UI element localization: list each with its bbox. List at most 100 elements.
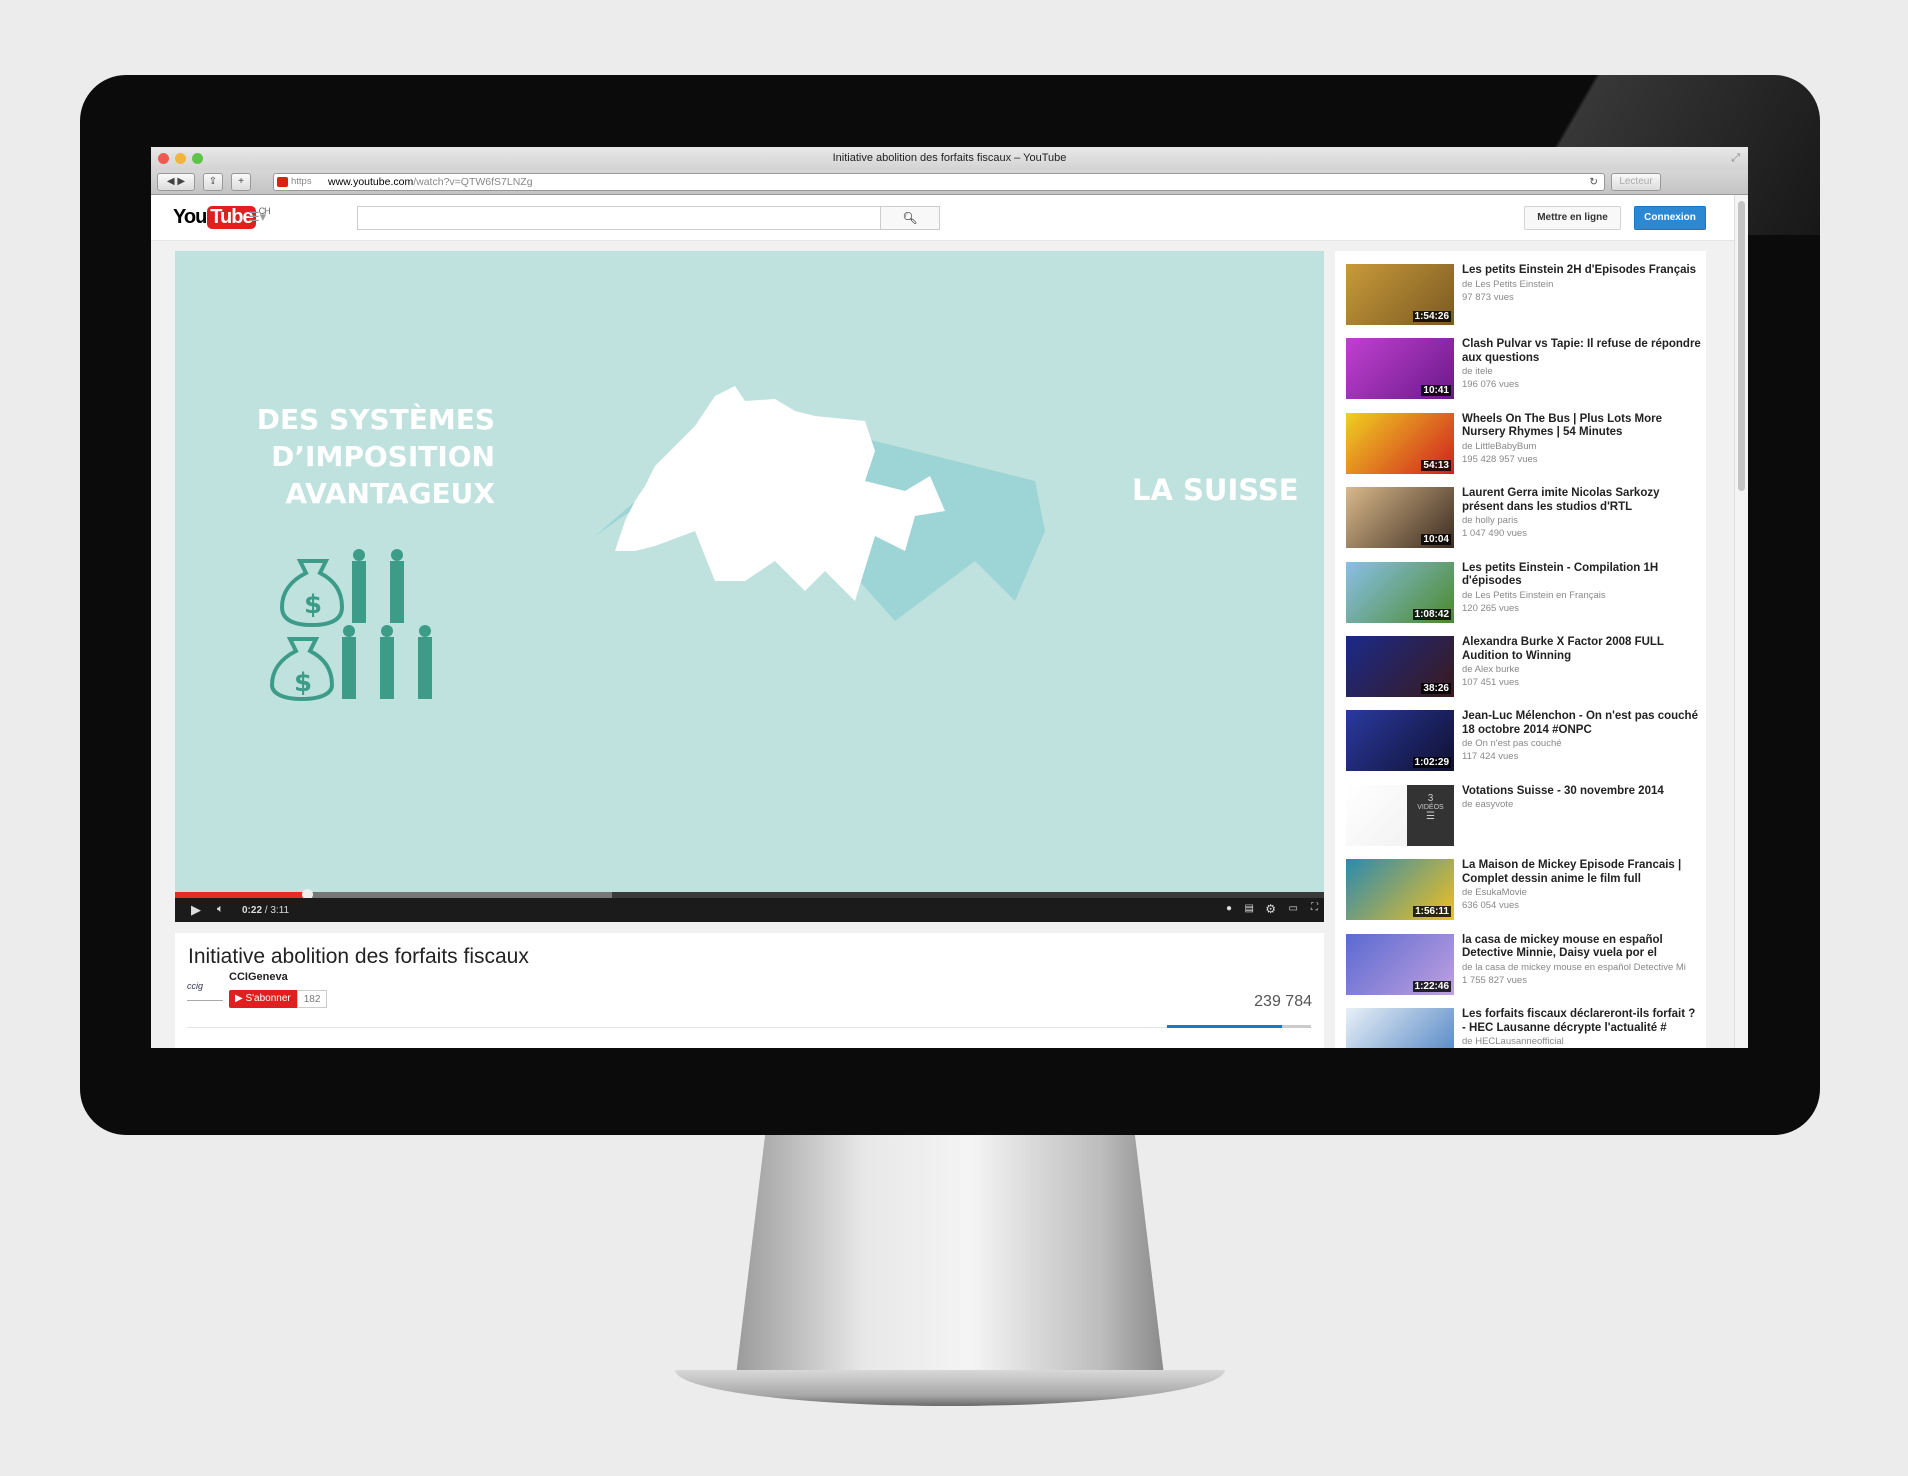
https-label: https [291, 176, 312, 187]
video-thumbnail[interactable]: 1:22:46 [1346, 933, 1454, 995]
related-video-title[interactable]: Clash Pulvar vs Tapie: Il refuse de répo… [1462, 338, 1702, 365]
new-tab-button[interactable]: + [231, 173, 251, 191]
playlist-overlay: 3 VIDÉOS ☰ [1407, 784, 1454, 846]
volume-icon[interactable]: 🔈︎ [217, 903, 224, 916]
duration-badge: 10:41 [1421, 385, 1451, 397]
reload-icon[interactable]: ↻ [1589, 174, 1598, 190]
upload-button[interactable]: Mettre en ligne [1524, 206, 1621, 230]
related-video-item[interactable]: 54:13 Wheels On The Bus | Plus Lots More… [1346, 412, 1702, 475]
related-video-title[interactable]: Jean-Luc Mélenchon - On n'est pas couché… [1462, 710, 1702, 737]
search-button[interactable]: 🔍︎ [881, 206, 940, 230]
switzerland-map [595, 386, 1045, 621]
related-video-item[interactable]: 1:54:26 Les petits Einstein 2H d'Episode… [1346, 264, 1701, 326]
duration-badge: 1:54:26 [1412, 311, 1451, 322]
zoom-window-button[interactable] [192, 153, 203, 164]
related-video-item[interactable]: 3 VIDÉOS ☰ Votations Suisse - 30 novembre … [1346, 784, 1702, 847]
related-video-channel: de holly paris [1462, 515, 1518, 527]
captions-icon[interactable]: ▤ [1245, 903, 1254, 914]
subscribe-button[interactable]: ▶ S'abonner [229, 990, 297, 1008]
playlist-label: VIDÉOS [1417, 803, 1444, 811]
video-thumbnail[interactable]: 1:56:11 [1346, 859, 1454, 921]
related-video-title[interactable]: Alexandra Burke X Factor 2008 FULL Audit… [1462, 636, 1702, 663]
related-video-views: 120 265 vues [1462, 602, 1520, 614]
signin-button[interactable]: Connexion [1634, 206, 1706, 230]
search-icon: 🔍︎ [902, 211, 918, 225]
related-video-views: 636 054 vues [1462, 900, 1520, 912]
video-thumbnail[interactable]: 54:13 [1346, 412, 1454, 474]
minimize-window-button[interactable] [175, 153, 186, 164]
share-button[interactable]: ⇪ [203, 173, 223, 191]
fullscreen-icon[interactable]: ⛶ [1311, 902, 1318, 913]
url-host: www.youtube.com [328, 176, 414, 188]
related-video-title[interactable]: Wheels On The Bus | Plus Lots More Nurse… [1462, 413, 1702, 440]
search-input[interactable] [357, 206, 881, 230]
duration-badge: 1:08:42 [1412, 608, 1451, 620]
subscriber-count: 182 [296, 990, 328, 1008]
related-video-item[interactable]: 38:26 Alexandra Burke X Factor 2008 FULL… [1346, 636, 1701, 698]
theater-mode-icon[interactable]: ▭ [1289, 903, 1298, 914]
related-video-channel: de Les Petits Einstein en Français [1462, 589, 1606, 601]
close-window-button[interactable] [158, 153, 169, 164]
scrollbar[interactable] [1734, 195, 1748, 1048]
video-thumbnail[interactable]: 10:04 [1346, 487, 1454, 549]
related-video-item[interactable]: 1:08:42 Les petits Einstein - Compilatio… [1346, 561, 1702, 624]
video-thumbnail[interactable]: 3 VIDÉOS ☰ [1346, 784, 1454, 846]
settings-gear-icon[interactable]: ⚙ [1265, 902, 1276, 916]
related-video-item[interactable]: 10:41 Clash Pulvar vs Tapie: Il refuse d… [1346, 338, 1701, 400]
video-thumbnail[interactable]: 10:41 [1346, 338, 1454, 400]
related-video-title[interactable]: Votations Suisse - 30 novembre 2014 [1462, 785, 1702, 799]
related-video-channel: de Alex burke [1462, 664, 1520, 675]
video-info: Initiative abolition des forfaits fiscau… [175, 933, 1324, 1048]
divider [187, 1027, 1312, 1028]
info-icon[interactable]: ● [1226, 903, 1232, 914]
view-count: 239 784 [1254, 993, 1312, 1010]
related-video-title[interactable]: Laurent Gerra imite Nicolas Sarkozy prés… [1462, 487, 1702, 514]
related-video-item[interactable]: 1:56:11 La Maison de Mickey Episode Fran… [1346, 859, 1701, 921]
duration-badge: 1:56:11 [1413, 906, 1451, 918]
duration-badge: 54:13 [1421, 459, 1451, 471]
subscribe-label: S'abonner [245, 993, 291, 1004]
back-forward-buttons[interactable]: ◀ ▶ [157, 173, 195, 191]
player-controls: ▶ 🔈︎ 0:22 / 3:11 ● ▤ ⚙ ▭ ⛶ [175, 898, 1324, 922]
video-thumbnail[interactable]: 38:26 [1346, 636, 1454, 697]
fullscreen-icon[interactable]: ⤢ [1731, 147, 1740, 170]
play-icon[interactable]: ▶ [191, 902, 201, 918]
address-bar[interactable]: https www.youtube.com/watch?v=QTW6fS7LNZ… [273, 173, 1605, 191]
video-player[interactable]: DES SYSTÈMES D’IMPOSITION AVANTAGEUX LA … [175, 251, 1324, 892]
video-thumbnail[interactable] [1346, 1008, 1454, 1048]
related-video-views: 117 424 vues [1462, 751, 1519, 763]
related-video-views: 195 428 957 vues [1462, 453, 1538, 465]
like-ratio-bar [1167, 1025, 1311, 1028]
window-title: Initiative abolition des forfaits fiscau… [832, 152, 1067, 164]
related-video-item[interactable]: 1:22:46 la casa de mickey mouse en españ… [1346, 933, 1702, 996]
youtube-header: You Tube CH ☰▾ 🔍︎ Mettre en ligne Connexio… [151, 195, 1736, 241]
duration-badge: 1:02:29 [1412, 757, 1451, 769]
related-video-title[interactable]: la casa de mickey mouse en español Detec… [1462, 934, 1702, 961]
related-video-item[interactable]: 1:02:29 Jean-Luc Mélenchon - On n'est pa… [1346, 710, 1701, 772]
related-video-title[interactable]: Les forfaits fiscaux déclareront-ils for… [1462, 1008, 1702, 1035]
related-video-channel: de LittleBabyBum [1462, 440, 1537, 452]
channel-avatar[interactable]: ccig [187, 981, 223, 1001]
related-video-title[interactable]: Les petits Einstein - Compilation 1H d'é… [1462, 562, 1702, 589]
related-video-item[interactable]: Les forfaits fiscaux déclareront-ils for… [1346, 1008, 1701, 1048]
related-video-channel: de itele [1462, 366, 1493, 378]
related-video-item[interactable]: 10:04 Laurent Gerra imite Nicolas Sarkoz… [1346, 487, 1701, 549]
related-video-title[interactable]: La Maison de Mickey Episode Francais | C… [1462, 859, 1702, 886]
related-video-channel: de On n'est pas couché [1462, 738, 1562, 750]
video-thumbnail[interactable]: 1:02:29 [1346, 710, 1454, 772]
time-display: 0:22 / 3:11 [242, 905, 290, 916]
related-video-title[interactable]: Les petits Einstein 2H d'Episodes França… [1462, 264, 1702, 278]
duration-badge: 38:26 [1421, 683, 1451, 694]
monitor-stand-base [675, 1370, 1225, 1406]
related-video-channel: de HECLausanneofficial [1462, 1036, 1564, 1047]
related-video-views: 107 451 vues [1462, 677, 1520, 688]
video-thumbnail[interactable]: 1:08:42 [1346, 561, 1454, 623]
guide-menu-icon[interactable]: ☰▾ [248, 209, 266, 225]
channel-name[interactable]: CCIGeneva [229, 971, 288, 983]
duration-badge: 1:22:46 [1412, 980, 1451, 992]
subscribe-widget: ▶ S'abonner 182 [229, 990, 328, 1008]
scrollbar-thumb[interactable] [1738, 201, 1745, 491]
video-thumbnail[interactable]: 1:54:26 [1346, 264, 1454, 325]
reader-button[interactable]: Lecteur [1611, 173, 1661, 191]
related-video-channel: de Les Petits Einstein [1462, 278, 1554, 290]
